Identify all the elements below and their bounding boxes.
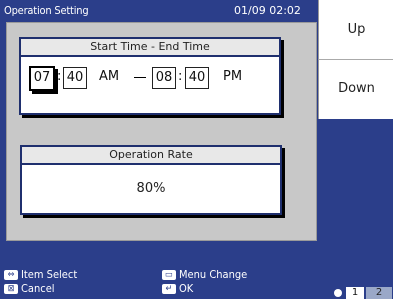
datetime: 01/09 02:02 — [234, 4, 301, 17]
time-group-header: Start Time - End Time — [21, 39, 279, 57]
rate-group: Operation Rate 80% — [20, 145, 282, 215]
operation-rate-value[interactable]: 80% — [22, 173, 280, 205]
end-ampm: PM — [223, 69, 243, 84]
start-hour-field[interactable]: 07 — [29, 66, 55, 91]
help-ok: ↵ OK — [162, 283, 193, 295]
colon: : — [178, 69, 183, 84]
cancel-icon: ⊠ — [4, 284, 18, 294]
title-bar: Operation Setting 01/09 02:02 — [0, 0, 314, 22]
end-minute-field[interactable]: 40 — [185, 67, 209, 89]
time-row: 07 : 40 AM 08 : 40 PM — [27, 65, 267, 95]
up-button[interactable]: Up — [318, 0, 393, 60]
help-item-select: ⇔ Item Select — [4, 269, 77, 281]
time-group: Start Time - End Time 07 : 40 AM 08 : 40… — [19, 37, 281, 115]
down-button[interactable]: Down — [318, 60, 393, 119]
page-title: Operation Setting — [4, 4, 89, 17]
page-2[interactable]: 2 — [366, 287, 392, 299]
rate-group-header: Operation Rate — [22, 147, 280, 165]
page-1[interactable]: 1 — [346, 287, 364, 299]
help-menu-change: ▭ Menu Change — [162, 269, 247, 281]
left-right-arrows-icon: ⇔ — [4, 270, 18, 280]
colon: : — [57, 69, 62, 84]
range-dash — [134, 77, 146, 78]
end-hour-field[interactable]: 08 — [152, 67, 176, 89]
page-dot-icon — [334, 289, 342, 297]
enter-icon: ↵ — [162, 284, 176, 294]
page-indicator: 1 2 — [334, 287, 393, 299]
help-cancel: ⊠ Cancel — [4, 283, 55, 295]
screen: Operation Setting 01/09 02:02 Start Time… — [0, 0, 393, 299]
side-panel-empty — [318, 119, 393, 269]
start-minute-field[interactable]: 40 — [63, 67, 87, 89]
help-bar: ⇔ Item Select ⊠ Cancel ▭ Menu Change ↵ OK — [0, 267, 300, 299]
start-ampm: AM — [99, 69, 120, 84]
menu-icon: ▭ — [162, 270, 176, 280]
